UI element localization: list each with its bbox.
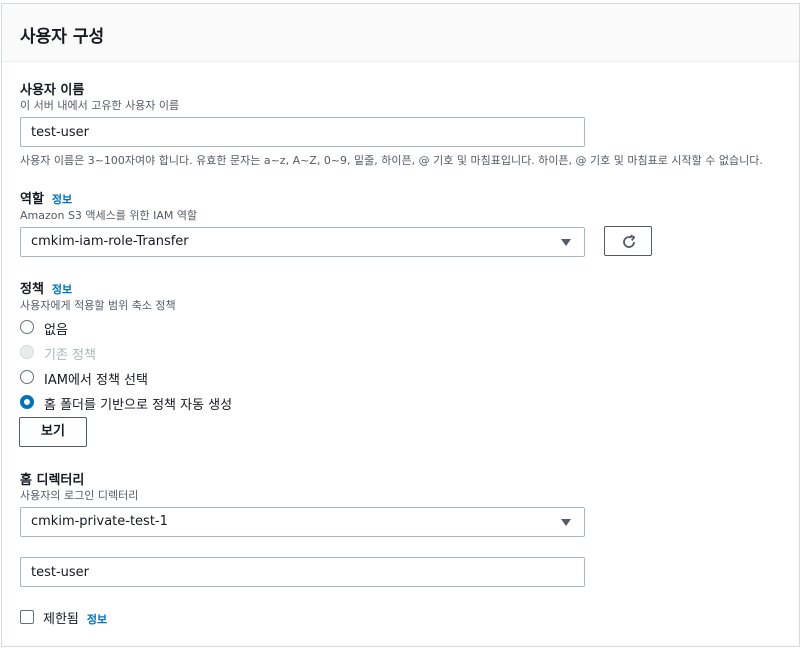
radio-button (20, 345, 34, 359)
radio-button[interactable] (20, 370, 34, 384)
radio-label: 홈 폴더를 기반으로 정책 자동 생성 (44, 398, 233, 413)
bucket-select[interactable]: cmkim-private-test-1 (20, 507, 585, 537)
caret-down-icon (561, 239, 571, 246)
policy-info-link[interactable]: 정보 (52, 283, 72, 296)
bucket-select-value: cmkim-private-test-1 (31, 514, 168, 529)
refresh-roles-button[interactable] (604, 226, 652, 256)
role-description: Amazon S3 액세스를 위한 IAM 역할 (20, 209, 198, 222)
policy-label-row: 정책 정보 (20, 278, 72, 297)
policy-label: 정책 (20, 282, 44, 297)
policy-description: 사용자에게 적용할 범위 축소 정책 (20, 299, 176, 312)
refresh-icon (623, 234, 636, 248)
restricted-label-row: 제한됨 정보 (43, 608, 107, 627)
username-description: 이 서버 내에서 고유한 사용자 이름 (20, 99, 180, 112)
radio-button[interactable] (20, 320, 34, 334)
username-constraint-text: 사용자 이름은 3~100자여야 합니다. 유효한 문자는 a~z, A~Z, … (20, 154, 763, 167)
restricted-label: 제한됨 (43, 612, 79, 627)
role-info-link[interactable]: 정보 (52, 193, 72, 206)
restricted-info-link[interactable]: 정보 (87, 613, 107, 626)
role-label-row: 역할 정보 (20, 188, 72, 207)
home-directory-path-input[interactable] (20, 557, 585, 587)
role-select[interactable]: cmkim-iam-role-Transfer (20, 227, 585, 257)
radio-button[interactable] (20, 395, 34, 409)
panel-header: 사용자 구성 (2, 4, 799, 62)
username-input[interactable] (20, 117, 585, 147)
panel-title: 사용자 구성 (20, 27, 105, 47)
username-label: 사용자 이름 (20, 83, 85, 98)
caret-down-icon (561, 519, 571, 526)
role-select-value: cmkim-iam-role-Transfer (31, 234, 189, 249)
home-directory-description: 사용자의 로그인 디렉터리 (20, 489, 139, 502)
role-label: 역할 (20, 192, 44, 207)
restricted-checkbox[interactable] (20, 610, 34, 624)
view-policy-button[interactable]: 보기 (19, 417, 87, 447)
radio-label: 기존 정책 (44, 348, 96, 363)
home-directory-label: 홈 디렉터리 (20, 473, 85, 488)
radio-label: IAM에서 정책 선택 (44, 373, 148, 388)
radio-label: 없음 (44, 323, 68, 338)
